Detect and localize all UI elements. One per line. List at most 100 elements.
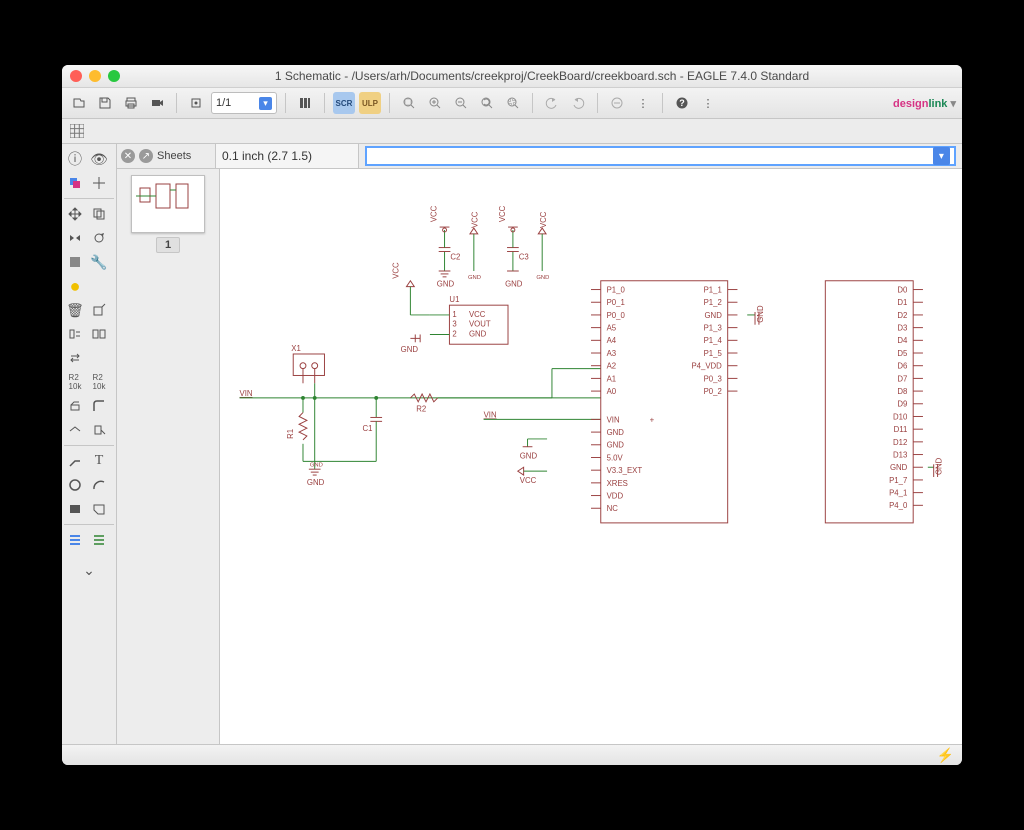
- coordinate-display: 0.1 inch (2.7 1.5): [216, 144, 359, 168]
- zoom-fit-icon[interactable]: [398, 92, 420, 114]
- use-library-icon[interactable]: [294, 92, 316, 114]
- svg-text:C1: C1: [363, 424, 373, 433]
- gateswap-icon[interactable]: [88, 323, 110, 345]
- svg-text:P0_0: P0_0: [607, 311, 626, 320]
- zoom-select-icon[interactable]: [502, 92, 524, 114]
- script-icon[interactable]: SCR: [333, 92, 355, 114]
- sheet-selector[interactable]: 1/1 ▾: [211, 92, 277, 114]
- svg-text:VIN: VIN: [240, 389, 253, 398]
- schematic-canvas[interactable]: VCC C2 GND VCC GND: [220, 169, 962, 744]
- close-panel-icon[interactable]: ✕: [121, 149, 135, 163]
- cam-icon[interactable]: [146, 92, 168, 114]
- info-icon[interactable]: ⓘ: [64, 148, 86, 170]
- delete-icon[interactable]: 🗑: [64, 299, 86, 321]
- svg-text:D10: D10: [893, 412, 908, 421]
- help-icon[interactable]: ?: [671, 92, 693, 114]
- zoom-in-icon[interactable]: [424, 92, 446, 114]
- svg-text:GND: GND: [536, 275, 549, 281]
- svg-text:D5: D5: [897, 349, 908, 358]
- svg-text:D4: D4: [897, 336, 908, 345]
- svg-text:GND: GND: [437, 280, 455, 289]
- change-icon[interactable]: 🔧: [88, 251, 110, 273]
- zoom-window-button[interactable]: [108, 70, 120, 82]
- designlink-button[interactable]: designlink ▾: [893, 97, 956, 110]
- svg-text:GND: GND: [310, 462, 323, 468]
- minimize-window-button[interactable]: [89, 70, 101, 82]
- sheet-thumbnail[interactable]: [131, 175, 205, 233]
- group-icon[interactable]: [64, 251, 86, 273]
- sheet-number[interactable]: 1: [156, 237, 180, 253]
- close-window-button[interactable]: [70, 70, 82, 82]
- zoom-redraw-icon[interactable]: [476, 92, 498, 114]
- svg-text:VIN: VIN: [607, 415, 620, 424]
- svg-text:GND: GND: [890, 463, 908, 472]
- cut-icon[interactable]: ●: [64, 275, 86, 297]
- lock-icon[interactable]: [88, 347, 110, 369]
- move-icon[interactable]: [64, 203, 86, 225]
- sheets-label: Sheets: [157, 150, 191, 162]
- svg-text:R1: R1: [286, 429, 295, 439]
- svg-text:GND: GND: [520, 451, 538, 460]
- text-icon[interactable]: T: [88, 450, 110, 472]
- circle-icon[interactable]: [64, 474, 86, 496]
- svg-text:U1: U1: [449, 295, 459, 304]
- bus-icon[interactable]: [64, 529, 86, 551]
- app-window: 1 Schematic - /Users/arh/Documents/creek…: [62, 65, 962, 765]
- erc-status-icon[interactable]: ⚡: [937, 747, 954, 764]
- arc-icon[interactable]: [88, 474, 110, 496]
- name-icon[interactable]: R210k: [64, 371, 86, 393]
- copy-icon[interactable]: [88, 203, 110, 225]
- central-area: ✕ ↗ Sheets 0.1 inch (2.7 1.5) ▾: [117, 144, 962, 744]
- svg-text:A4: A4: [607, 336, 617, 345]
- command-history-dropdown-icon[interactable]: ▾: [933, 147, 950, 165]
- sheet-selector-label: 1/1: [216, 97, 231, 109]
- svg-text:GND: GND: [401, 345, 419, 354]
- svg-text:D7: D7: [897, 374, 907, 383]
- ulp-icon[interactable]: ULP: [359, 92, 381, 114]
- svg-text:VDD: VDD: [607, 491, 624, 500]
- invoke-icon[interactable]: [88, 419, 110, 441]
- mark-icon[interactable]: [88, 172, 110, 194]
- split-icon[interactable]: [64, 419, 86, 441]
- value-icon[interactable]: R210k: [88, 371, 110, 393]
- net-icon[interactable]: [88, 529, 110, 551]
- command-input-wrap: ▾: [365, 146, 956, 166]
- zoom-out-icon[interactable]: [450, 92, 472, 114]
- window-controls: [70, 70, 120, 82]
- layer-icon[interactable]: [64, 172, 86, 194]
- titlebar: 1 Schematic - /Users/arh/Documents/creek…: [62, 65, 962, 88]
- undo-icon[interactable]: [541, 92, 563, 114]
- board-switch-icon[interactable]: [185, 92, 207, 114]
- polygon-icon[interactable]: [88, 498, 110, 520]
- svg-text:P0_1: P0_1: [607, 298, 625, 307]
- svg-text:GND: GND: [704, 311, 722, 320]
- open-icon[interactable]: [68, 92, 90, 114]
- show-icon[interactable]: 👁: [88, 148, 110, 170]
- paste-icon[interactable]: [88, 275, 110, 297]
- expand-palette-icon[interactable]: ⌄: [78, 559, 100, 581]
- go-icon[interactable]: ⋮: [632, 92, 654, 114]
- svg-text:P1_7: P1_7: [889, 476, 907, 485]
- mirror-icon[interactable]: [64, 227, 86, 249]
- grid-icon[interactable]: [68, 122, 86, 140]
- command-input[interactable]: [371, 148, 929, 164]
- rotate-icon[interactable]: [88, 227, 110, 249]
- svg-text:2: 2: [452, 329, 456, 338]
- more-icon[interactable]: ⋮: [697, 92, 719, 114]
- print-icon[interactable]: [120, 92, 142, 114]
- replace-icon[interactable]: [64, 347, 86, 369]
- svg-text:D2: D2: [897, 311, 907, 320]
- svg-text:1: 1: [452, 310, 456, 319]
- smash-icon[interactable]: [64, 395, 86, 417]
- stop-icon[interactable]: [606, 92, 628, 114]
- wire-icon[interactable]: [64, 450, 86, 472]
- rect-icon[interactable]: [64, 498, 86, 520]
- miter-icon[interactable]: [88, 395, 110, 417]
- detach-panel-icon[interactable]: ↗: [139, 149, 153, 163]
- pinswap-icon[interactable]: [64, 323, 86, 345]
- save-icon[interactable]: [94, 92, 116, 114]
- command-bar: ✕ ↗ Sheets 0.1 inch (2.7 1.5) ▾: [117, 144, 962, 169]
- redo-icon[interactable]: [567, 92, 589, 114]
- svg-text:A3: A3: [607, 349, 617, 358]
- add-icon[interactable]: [88, 299, 110, 321]
